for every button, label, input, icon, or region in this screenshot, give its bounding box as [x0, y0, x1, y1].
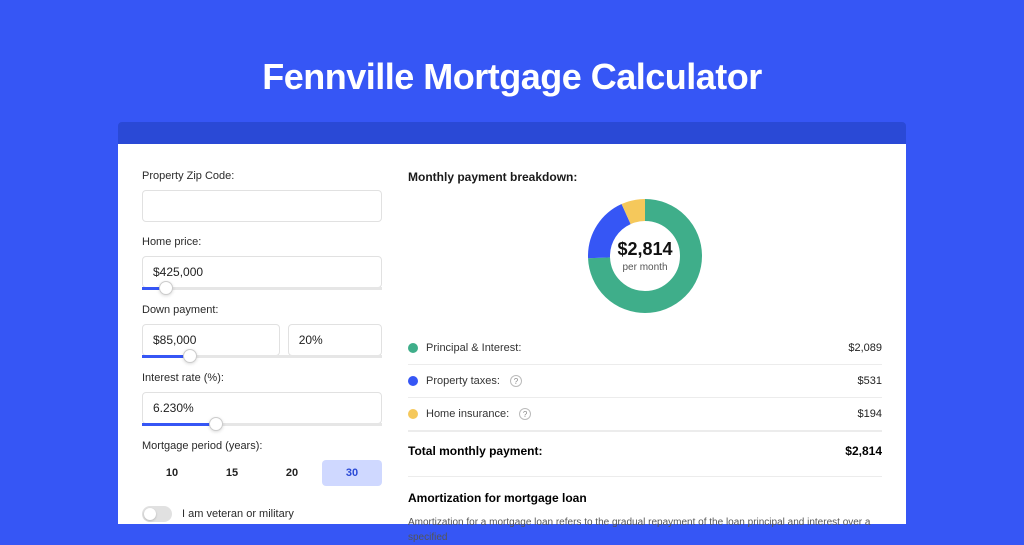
period-option-20[interactable]: 20 — [262, 460, 322, 486]
down-payment-input[interactable] — [142, 324, 280, 356]
interest-rate-slider-thumb[interactable] — [209, 417, 223, 431]
calculator-card: Property Zip Code: Home price: Down paym… — [118, 144, 906, 524]
legend-left-principal: Principal & Interest: — [408, 342, 521, 354]
legend-value-principal: $2,089 — [848, 342, 882, 354]
interest-rate-slider-fill — [142, 423, 216, 426]
down-payment-row — [142, 324, 382, 356]
zip-label: Property Zip Code: — [142, 170, 382, 182]
period-option-15[interactable]: 15 — [202, 460, 262, 486]
inputs-column: Property Zip Code: Home price: Down paym… — [142, 170, 382, 524]
period-option-30[interactable]: 30 — [322, 460, 382, 486]
info-icon[interactable]: ? — [510, 375, 522, 387]
veteran-toggle-row: I am veteran or military — [142, 506, 382, 522]
home-price-slider[interactable] — [142, 287, 382, 290]
interest-rate-field-group: Interest rate (%): — [142, 372, 382, 426]
legend-row-insurance: Home insurance: ? $194 — [408, 398, 882, 431]
breakdown-title: Monthly payment breakdown: — [408, 170, 882, 184]
donut-amount: $2,814 — [617, 239, 672, 260]
period-field-group: Mortgage period (years): 10 15 20 30 — [142, 440, 382, 486]
donut-center: $2,814 per month — [585, 196, 705, 316]
legend-label-taxes: Property taxes: — [426, 375, 500, 387]
zip-input[interactable] — [142, 190, 382, 222]
period-option-10[interactable]: 10 — [142, 460, 202, 486]
section-divider — [408, 476, 882, 477]
home-price-input[interactable] — [142, 256, 382, 288]
total-label: Total monthly payment: — [408, 444, 542, 458]
legend-row-principal: Principal & Interest: $2,089 — [408, 332, 882, 365]
down-payment-slider[interactable] — [142, 355, 382, 358]
legend-row-taxes: Property taxes: ? $531 — [408, 365, 882, 398]
info-icon[interactable]: ? — [519, 408, 531, 420]
veteran-toggle-knob — [144, 508, 156, 520]
down-payment-slider-thumb[interactable] — [183, 349, 197, 363]
dot-icon-insurance — [408, 409, 418, 419]
legend-value-taxes: $531 — [858, 375, 882, 387]
period-label: Mortgage period (years): — [142, 440, 382, 452]
period-options: 10 15 20 30 — [142, 460, 382, 486]
veteran-toggle-label: I am veteran or military — [182, 508, 294, 520]
amortization-title: Amortization for mortgage loan — [408, 491, 882, 505]
interest-rate-slider[interactable] — [142, 423, 382, 426]
interest-rate-label: Interest rate (%): — [142, 372, 382, 384]
panel-header-bar — [118, 122, 906, 144]
donut-chart-wrap: $2,814 per month — [408, 196, 882, 316]
legend-value-insurance: $194 — [858, 408, 882, 420]
donut-chart: $2,814 per month — [585, 196, 705, 316]
legend-left-taxes: Property taxes: ? — [408, 375, 522, 387]
dot-icon-principal — [408, 343, 418, 353]
legend-label-insurance: Home insurance: — [426, 408, 509, 420]
home-price-slider-thumb[interactable] — [159, 281, 173, 295]
page-title: Fennville Mortgage Calculator — [0, 0, 1024, 122]
veteran-toggle[interactable] — [142, 506, 172, 522]
dot-icon-taxes — [408, 376, 418, 386]
down-payment-pct-input[interactable] — [288, 324, 382, 356]
zip-field-group: Property Zip Code: — [142, 170, 382, 222]
legend-label-principal: Principal & Interest: — [426, 342, 521, 354]
total-row: Total monthly payment: $2,814 — [408, 431, 882, 476]
home-price-field-group: Home price: — [142, 236, 382, 290]
legend-left-insurance: Home insurance: ? — [408, 408, 531, 420]
home-price-label: Home price: — [142, 236, 382, 248]
down-payment-field-group: Down payment: — [142, 304, 382, 358]
amortization-text: Amortization for a mortgage loan refers … — [408, 515, 882, 545]
breakdown-column: Monthly payment breakdown: $2,814 per mo… — [408, 170, 882, 524]
interest-rate-input[interactable] — [142, 392, 382, 424]
down-payment-label: Down payment: — [142, 304, 382, 316]
total-value: $2,814 — [845, 444, 882, 458]
donut-sub: per month — [622, 262, 667, 273]
